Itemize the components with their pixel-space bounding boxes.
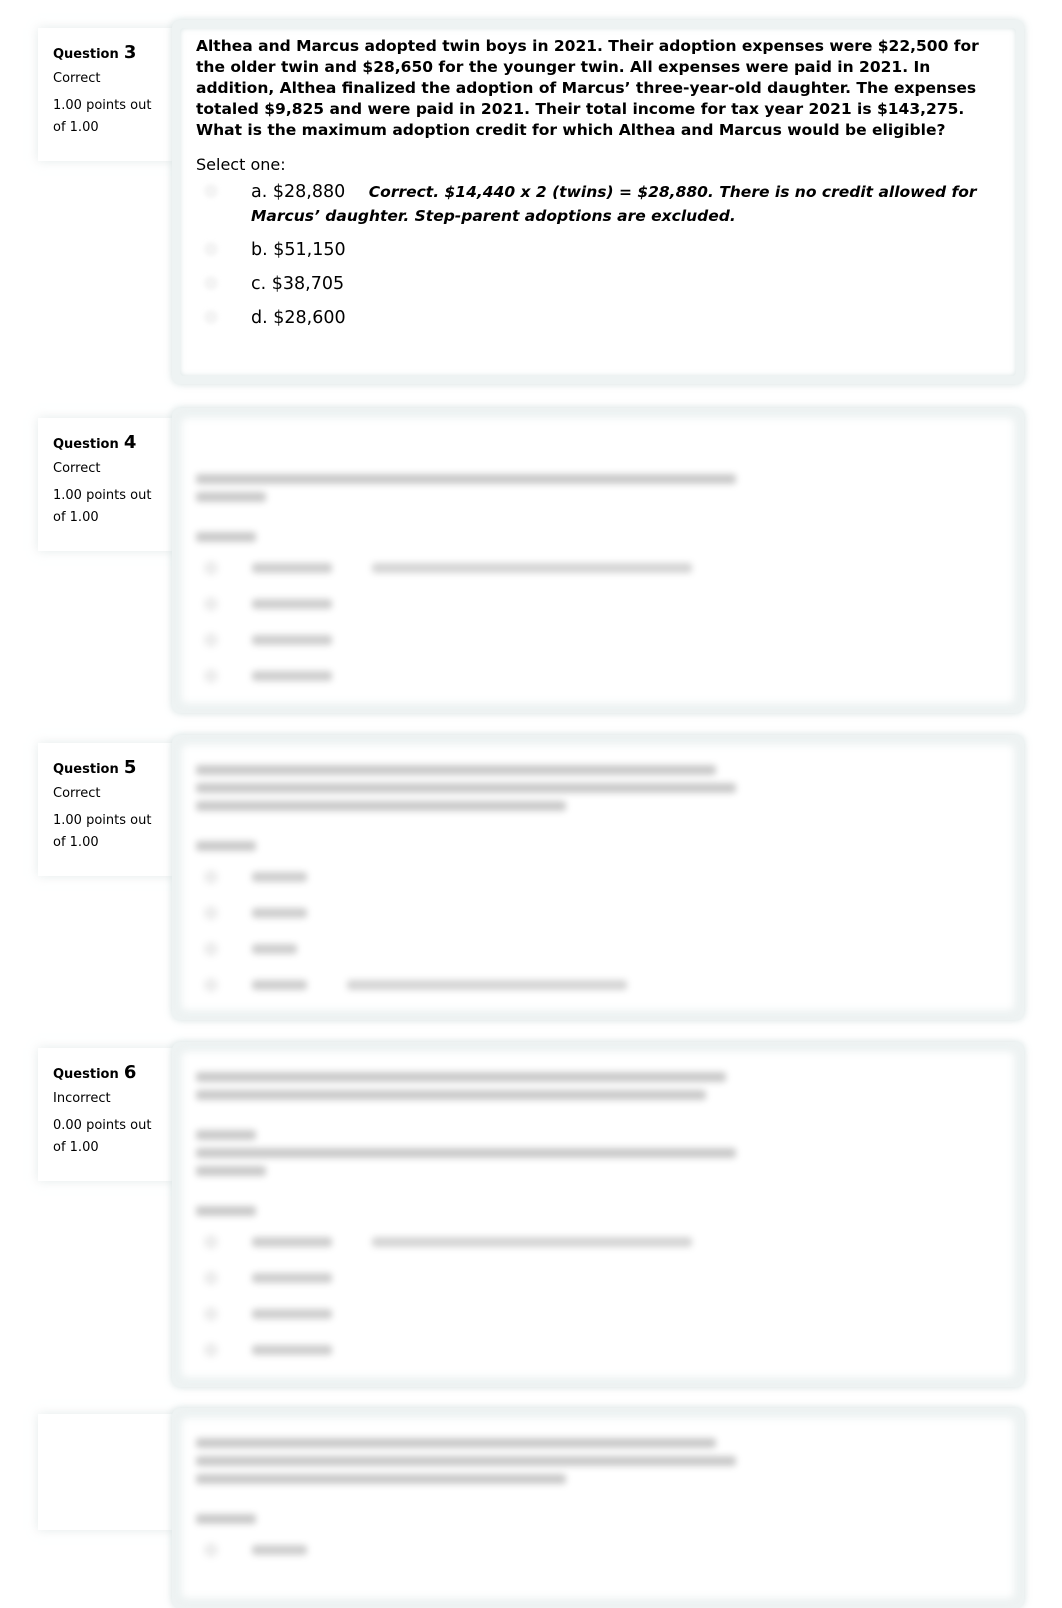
radio-button[interactable] <box>204 276 218 290</box>
question-number-value: 3 <box>123 42 137 63</box>
option-feedback: Correct. $14,440 x 2 (twins) = $28,880. … <box>251 183 977 225</box>
answer-option[interactable] <box>196 658 1000 694</box>
option-label: d. $28,600 <box>251 308 346 328</box>
question-info: Question 6 Incorrect 0.00 points out of … <box>38 1048 178 1181</box>
answer-option[interactable] <box>196 550 1000 586</box>
question-grade: 1.00 points out of 1.00 <box>53 810 178 854</box>
question-label: Question <box>53 762 119 777</box>
question-text: Althea and Marcus adopted twin boys in 2… <box>196 37 979 139</box>
answer-option-c[interactable]: c. $38,705 <box>196 272 1000 296</box>
option-label: c. $38,705 <box>251 274 345 294</box>
option-label: b. $51,150 <box>251 240 346 260</box>
grade-line-1: 0.00 points out <box>53 1118 152 1133</box>
answer-option-b[interactable]: b. $51,150 <box>196 238 1000 262</box>
question-number-value: 6 <box>123 1062 137 1083</box>
answer-option[interactable] <box>196 1332 1000 1368</box>
answer-option[interactable] <box>196 859 1000 895</box>
question-grade: 0.00 points out of 1.00 <box>53 1115 178 1159</box>
question-number: Question 3 <box>53 42 178 63</box>
question-grade: 1.00 points out of 1.00 <box>53 95 178 139</box>
blurred-question-formulation <box>180 743 1016 1012</box>
grade-line-2: of 1.00 <box>53 120 99 135</box>
grade-line-2: of 1.00 <box>53 1140 99 1155</box>
radio-button[interactable] <box>204 310 218 324</box>
answer-option[interactable] <box>196 967 1000 1003</box>
answer-option[interactable] <box>196 1532 1000 1568</box>
answer-option-a[interactable]: a. $28,880 Correct. $14,440 x 2 (twins) … <box>196 180 1000 228</box>
answer-option[interactable] <box>196 931 1000 967</box>
question-label: Question <box>53 437 119 452</box>
question-label: Question <box>53 47 119 62</box>
question-info: Question 4 Correct 1.00 points out of 1.… <box>38 418 178 551</box>
blurred-question-formulation <box>180 416 1016 705</box>
radio-button[interactable] <box>204 184 218 198</box>
question-state: Correct <box>53 786 101 801</box>
blurred-question-formulation <box>180 1416 1016 1600</box>
answer-option[interactable] <box>196 622 1000 658</box>
question-info <box>38 1414 178 1530</box>
question-info: Question 5 Correct 1.00 points out of 1.… <box>38 743 178 876</box>
question-number: Question 5 <box>53 757 178 778</box>
question-grade: 1.00 points out of 1.00 <box>53 485 178 529</box>
answer-options: a. $28,880 Correct. $14,440 x 2 (twins) … <box>196 180 1000 330</box>
question-state: Correct <box>53 461 101 476</box>
question-state: Incorrect <box>53 1091 111 1106</box>
question-state: Correct <box>53 71 101 86</box>
answer-option[interactable] <box>196 1260 1000 1296</box>
question-content <box>172 408 1024 713</box>
answer-option[interactable] <box>196 895 1000 931</box>
question-content <box>172 1408 1024 1608</box>
blurred-question-formulation <box>180 1050 1016 1379</box>
question-content <box>172 1042 1024 1387</box>
answer-option-d[interactable]: d. $28,600 <box>196 306 1000 330</box>
answer-option[interactable] <box>196 1296 1000 1332</box>
radio-button[interactable] <box>204 242 218 256</box>
grade-line-1: 1.00 points out <box>53 813 152 828</box>
question-number-value: 5 <box>123 757 137 778</box>
question-info: Question 3 Correct 1.00 points out of 1.… <box>38 28 178 161</box>
question-content <box>172 735 1024 1020</box>
grade-line-1: 1.00 points out <box>53 488 152 503</box>
answer-option[interactable] <box>196 586 1000 622</box>
select-one-prompt: Select one: <box>196 155 286 174</box>
question-number: Question 4 <box>53 432 178 453</box>
question-content: Althea and Marcus adopted twin boys in 2… <box>172 20 1024 384</box>
question-label: Question <box>53 1067 119 1082</box>
grade-line-2: of 1.00 <box>53 510 99 525</box>
grade-line-2: of 1.00 <box>53 835 99 850</box>
question-number-value: 4 <box>123 432 137 453</box>
grade-line-1: 1.00 points out <box>53 98 152 113</box>
question-number: Question 6 <box>53 1062 178 1083</box>
question-formulation: Althea and Marcus adopted twin boys in 2… <box>180 28 1016 376</box>
option-label: a. $28,880 <box>251 182 346 202</box>
answer-option[interactable] <box>196 1224 1000 1260</box>
